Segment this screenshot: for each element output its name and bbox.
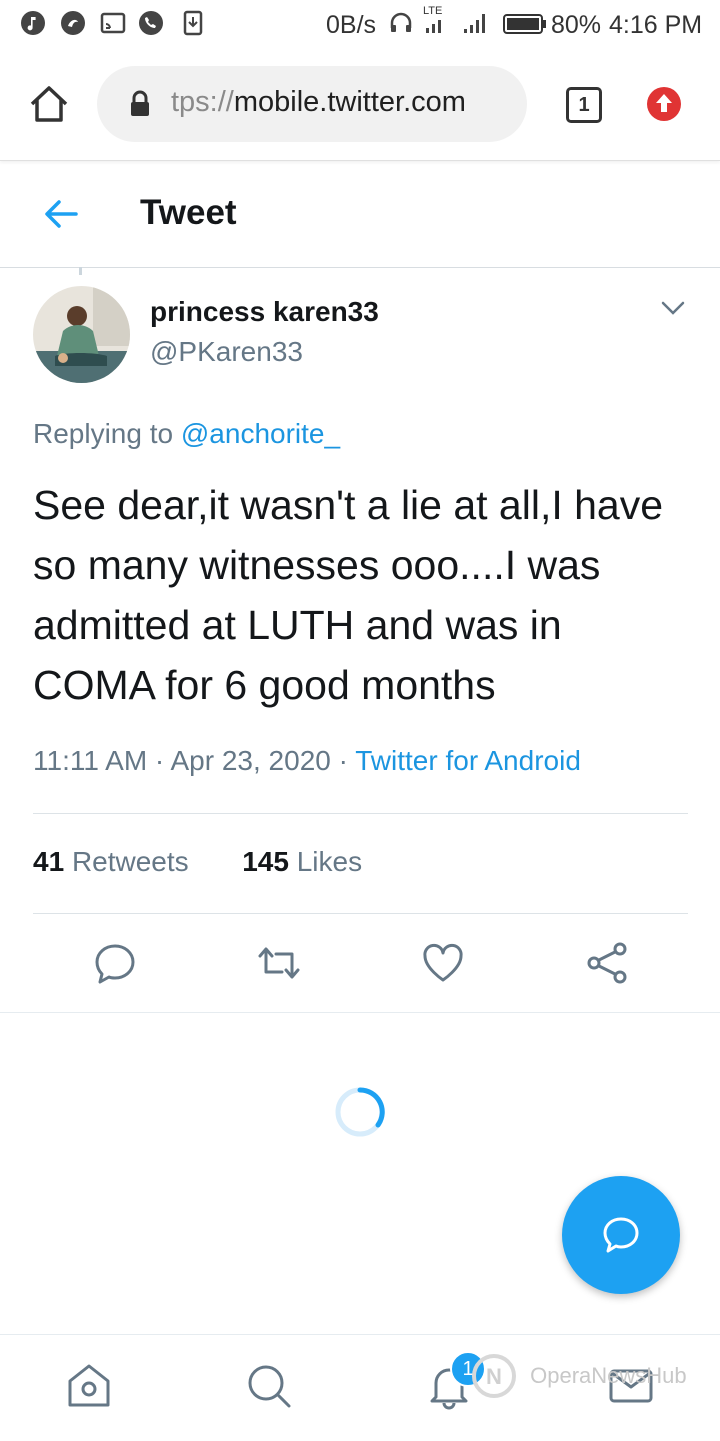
- tweet-time: 11:11 AM: [33, 745, 148, 776]
- retweet-icon[interactable]: [256, 940, 302, 986]
- divider: [0, 1012, 720, 1013]
- watermark: N OperaNewsHub: [464, 1354, 687, 1402]
- net-speed: 0B/s: [326, 11, 377, 39]
- share-icon[interactable]: [584, 940, 630, 986]
- address-bar[interactable]: tps://mobile.twitter.com: [97, 66, 527, 142]
- divider: [33, 913, 688, 914]
- lock-icon: [131, 90, 149, 116]
- reply-compose-icon: [603, 1217, 639, 1253]
- avatar-image: [33, 286, 130, 383]
- search-icon[interactable]: [244, 1361, 294, 1411]
- tweet-meta: 11:11 AM · Apr 23, 2020 · Twitter for An…: [33, 745, 581, 777]
- chevron-down-icon[interactable]: [660, 300, 686, 316]
- loading-spinner: [335, 1087, 385, 1137]
- battery-percent: 80%: [551, 11, 602, 39]
- status-bar: 0B/s LTE 80% 4:16 PM: [0, 0, 720, 52]
- page-title: Tweet: [140, 193, 237, 232]
- headphones-icon: [390, 12, 412, 32]
- retweets-stat[interactable]: 41 Retweets: [33, 846, 189, 877]
- avatar[interactable]: [33, 286, 130, 383]
- back-arrow-icon[interactable]: [42, 197, 80, 231]
- divider: [33, 813, 688, 814]
- phone-icon: [139, 11, 163, 35]
- likes-label: Likes: [296, 846, 363, 877]
- tweet-source-link[interactable]: Twitter for Android: [355, 745, 581, 776]
- retweets-count: 41: [33, 846, 65, 877]
- watermark-text: OperaNewsHub: [530, 1362, 687, 1388]
- clock: 4:16 PM: [609, 11, 703, 39]
- svg-text:N: N: [486, 1364, 502, 1389]
- like-heart-icon[interactable]: [420, 940, 466, 986]
- reply-icon[interactable]: [92, 940, 138, 986]
- url-prefix: tps://: [171, 86, 234, 118]
- url-domain: mobile.twitter.com: [233, 86, 466, 118]
- download-icon: [183, 10, 203, 36]
- browser-toolbar: tps://mobile.twitter.com 1: [0, 52, 720, 161]
- thread-line: [79, 267, 82, 275]
- retweets-label: Retweets: [71, 846, 189, 877]
- compose-reply-button[interactable]: [562, 1176, 680, 1294]
- likes-count: 145: [242, 846, 289, 877]
- battery-icon: [503, 14, 546, 34]
- display-name[interactable]: princess karen33: [150, 296, 379, 328]
- user-handle[interactable]: @PKaren33: [150, 336, 303, 368]
- meta-separator-1: ·: [147, 745, 171, 776]
- signal-icon: [464, 14, 485, 33]
- tweet-text: See dear,it wasn't a lie at all,I have s…: [33, 482, 664, 708]
- tab-count-button[interactable]: 1: [566, 87, 602, 123]
- url-text: tps://mobile.twitter.com: [171, 86, 466, 119]
- tweet-stats: 41 Retweets 145 Likes: [33, 846, 362, 878]
- opera-upload-icon[interactable]: [646, 86, 682, 122]
- app-icon: [61, 11, 85, 35]
- home-icon[interactable]: [28, 84, 70, 124]
- opera-news-logo-icon: N: [472, 1354, 516, 1398]
- music-icon: [21, 11, 45, 35]
- page-header: Tweet: [0, 161, 720, 268]
- home-nav-icon[interactable]: [64, 1361, 114, 1411]
- replying-prefix: Replying to: [33, 418, 181, 449]
- replying-to: Replying to @anchorite_: [33, 418, 340, 450]
- cast-icon: [100, 12, 126, 34]
- reply-mention-link[interactable]: @anchorite_: [181, 418, 340, 449]
- lte-signal-icon: [426, 20, 441, 33]
- meta-separator-2: ·: [330, 745, 356, 776]
- likes-stat[interactable]: 145 Likes: [242, 846, 362, 877]
- tweet-date: Apr 23, 2020: [170, 745, 331, 776]
